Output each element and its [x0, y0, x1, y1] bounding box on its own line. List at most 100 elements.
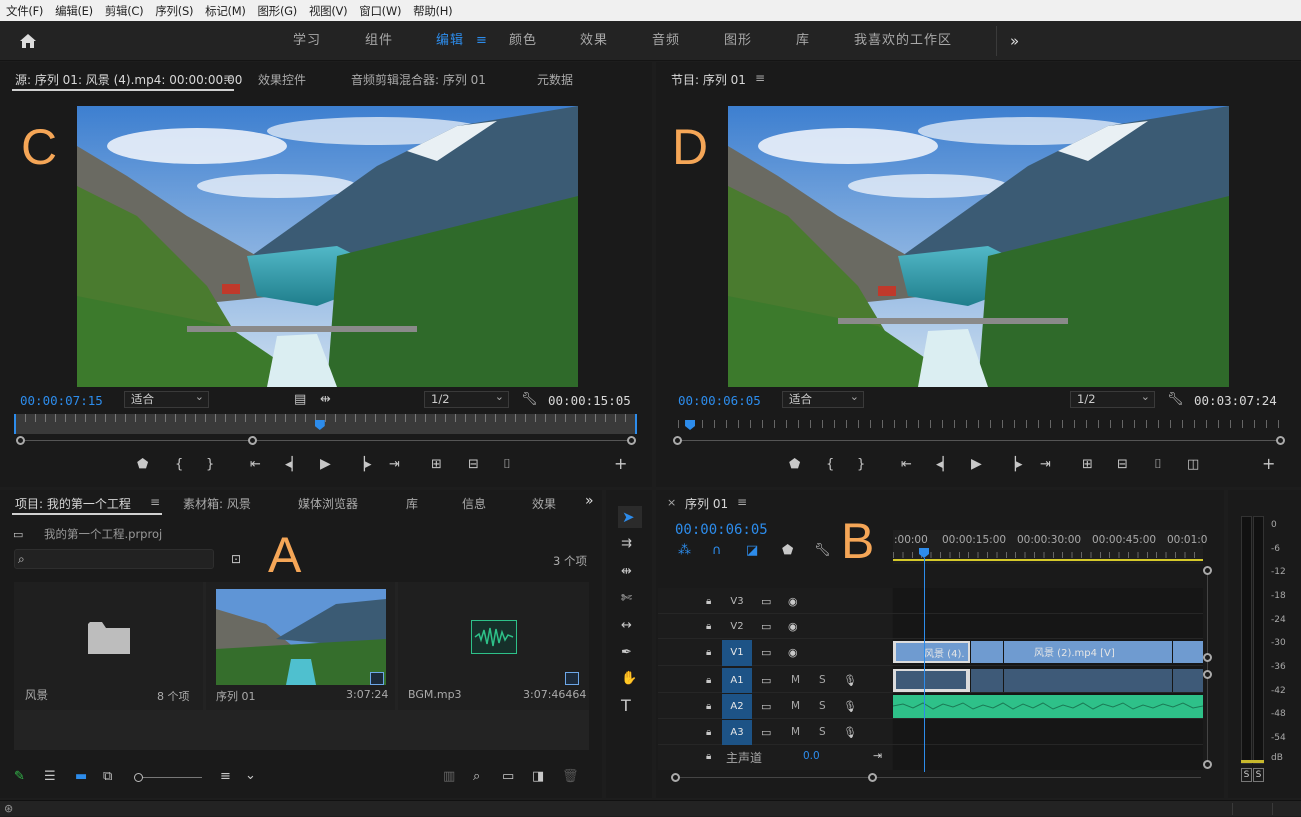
sync-lock-icon[interactable]: ▭ — [761, 673, 771, 689]
ripple-edit-tool-icon[interactable]: ⇹ — [621, 564, 632, 580]
program-playhead[interactable] — [685, 420, 696, 430]
new-item-icon[interactable]: ◨ — [532, 769, 544, 785]
vscroll-handle-mid[interactable] — [1203, 653, 1212, 662]
program-playhead-timecode[interactable]: 00:00:06:05 — [678, 393, 761, 408]
program-resolution-dropdown[interactable]: 1/2 — [1070, 389, 1155, 408]
track-label-a2[interactable]: A2 — [722, 694, 752, 719]
workspace-learn[interactable]: 学习 — [293, 21, 321, 61]
mute-button[interactable]: M — [791, 700, 800, 712]
program-tab-menu-icon[interactable]: ≡ — [755, 71, 765, 85]
home-icon[interactable] — [19, 33, 37, 49]
tab-audio-clip-mixer[interactable]: 音频剪辑混合器: 序列 01 — [351, 71, 486, 88]
zoom-handle-left[interactable] — [16, 436, 25, 445]
eye-icon[interactable]: ◉ — [788, 619, 798, 635]
workspace-graphics[interactable]: 图形 — [724, 21, 752, 61]
tab-program[interactable]: 节目: 序列 01 — [671, 71, 746, 88]
overwrite-icon[interactable]: ⊟ — [468, 457, 479, 473]
program-go-to-in-icon[interactable]: ⇤ — [901, 457, 912, 473]
status-icon[interactable]: ⊛ — [4, 801, 13, 817]
menu-file[interactable]: 文件(F) — [6, 3, 43, 19]
play-icon[interactable]: ▶ — [320, 456, 331, 472]
clip-v1-b[interactable] — [971, 641, 1003, 663]
workspace-more-icon[interactable]: » — [1010, 21, 1020, 61]
linked-selection-icon[interactable]: ◪ — [746, 543, 758, 559]
lock-icon[interactable]: 🔒︎ — [706, 594, 711, 610]
program-play-icon[interactable]: ▶ — [971, 456, 982, 472]
thumbnail-size-slider[interactable] — [137, 777, 202, 778]
workspace-menu-icon[interactable]: ≡ — [476, 21, 488, 61]
export-frame-icon[interactable]: ⌷ — [1154, 457, 1162, 473]
timeline-playhead-timecode[interactable]: 00:00:06:05 — [675, 522, 768, 538]
camera-icon[interactable]: ⌷ — [503, 457, 511, 473]
project-tab-menu-icon[interactable]: ≡ — [150, 495, 160, 509]
menu-sequence[interactable]: 序列(S) — [155, 3, 193, 19]
menu-edit[interactable]: 编辑(E) — [55, 3, 93, 19]
workspace-editing[interactable]: 编辑 — [436, 21, 464, 61]
sync-lock-icon[interactable]: ▭ — [761, 594, 771, 610]
workspace-favorites[interactable]: 我喜欢的工作区 — [854, 21, 952, 61]
master-volume-value[interactable]: 0.0 — [803, 750, 820, 762]
clip-a1-c[interactable] — [1004, 669, 1172, 692]
tab-effect-controls[interactable]: 效果控件 — [258, 71, 306, 88]
menu-view[interactable]: 视图(V) — [309, 3, 348, 19]
vertical-scrollbar[interactable] — [1207, 572, 1208, 766]
hand-tool-icon[interactable]: ✋ — [621, 671, 637, 687]
tab-bin[interactable]: 素材箱: 风景 — [183, 495, 251, 512]
pencil-icon[interactable]: ✎ — [14, 769, 25, 785]
go-to-in-icon[interactable]: ⇤ — [250, 457, 261, 473]
source-fit-dropdown[interactable]: 适合 — [124, 389, 209, 408]
solo-button[interactable]: S — [819, 674, 826, 686]
snap-magnet-icon[interactable]: ∩ — [712, 543, 722, 559]
lock-icon[interactable]: 🔒︎ — [706, 725, 711, 741]
lock-icon[interactable]: 🔒︎ — [706, 749, 711, 765]
lock-icon[interactable]: 🔒︎ — [706, 699, 711, 715]
timeline-tab-menu-icon[interactable]: ≡ — [737, 495, 747, 509]
clip-a1-b[interactable] — [971, 669, 1003, 692]
add-button-icon[interactable]: + — [614, 456, 627, 472]
horizontal-scrollbar[interactable] — [676, 777, 1201, 778]
lift-icon[interactable]: ⊞ — [1082, 457, 1093, 473]
vscroll-handle-audio-top[interactable] — [1203, 670, 1212, 679]
microphone-icon[interactable]: 🎙︎ — [843, 699, 857, 715]
tab-effects[interactable]: 效果 — [532, 495, 556, 512]
program-go-to-out-icon[interactable]: ⇥ — [1040, 457, 1051, 473]
project-search-field[interactable]: ⌕ — [14, 549, 214, 569]
type-tool-icon[interactable]: T — [621, 698, 631, 714]
hscroll-handle-right[interactable] — [868, 773, 877, 782]
eye-icon[interactable]: ◉ — [788, 594, 798, 610]
solo-left-button[interactable]: S — [1241, 768, 1252, 782]
trash-icon[interactable]: 🗑︎ — [562, 769, 579, 785]
program-add-marker-icon[interactable]: ⬟ — [789, 457, 800, 473]
microphone-icon[interactable]: 🎙︎ — [843, 725, 857, 741]
comparison-view-icon[interactable]: ◫ — [1187, 457, 1199, 473]
mute-button[interactable]: M — [791, 726, 800, 738]
timeline-marker-icon[interactable]: ⬟ — [782, 543, 793, 559]
menu-marker[interactable]: 标记(M) — [205, 3, 246, 19]
nest-toggle-icon[interactable]: ⁂ — [678, 543, 691, 559]
program-step-back-icon[interactable]: ◂▏ — [936, 457, 953, 473]
zoom-handle-mid[interactable] — [248, 436, 257, 445]
mark-in-icon[interactable]: { — [175, 457, 183, 473]
sync-lock-icon[interactable]: ▭ — [761, 725, 771, 741]
mark-out-icon[interactable]: } — [206, 457, 214, 473]
workspace-audio[interactable]: 音频 — [652, 21, 680, 61]
source-video-frame[interactable] — [77, 106, 578, 387]
slider-handle[interactable] — [134, 773, 143, 782]
close-tab-icon[interactable]: × — [667, 496, 676, 509]
microphone-icon[interactable]: 🎙︎ — [843, 673, 857, 689]
sync-lock-icon[interactable]: ▭ — [761, 619, 771, 635]
find-icon[interactable]: ⌕ — [473, 769, 480, 785]
menu-window[interactable]: 窗口(W) — [359, 3, 401, 19]
track-select-tool-icon[interactable]: ⇉ — [621, 536, 632, 552]
eye-icon[interactable]: ◉ — [788, 645, 798, 661]
project-item-sequence[interactable]: 序列 01 3:07:24 — [206, 582, 395, 710]
step-forward-icon[interactable]: ▕▸ — [355, 457, 372, 473]
workspace-color[interactable]: 颜色 — [509, 21, 537, 61]
lock-icon[interactable]: 🔒︎ — [706, 619, 711, 635]
source-resolution-dropdown[interactable]: 1/2 — [424, 389, 509, 408]
tab-media-browser[interactable]: 媒体浏览器 — [298, 495, 358, 512]
project-more-icon[interactable]: » — [585, 493, 594, 509]
go-to-end-icon[interactable]: ⇥ — [873, 748, 882, 764]
selection-tool-icon[interactable]: ➤ — [622, 509, 635, 525]
workspace-assembly[interactable]: 组件 — [365, 21, 393, 61]
